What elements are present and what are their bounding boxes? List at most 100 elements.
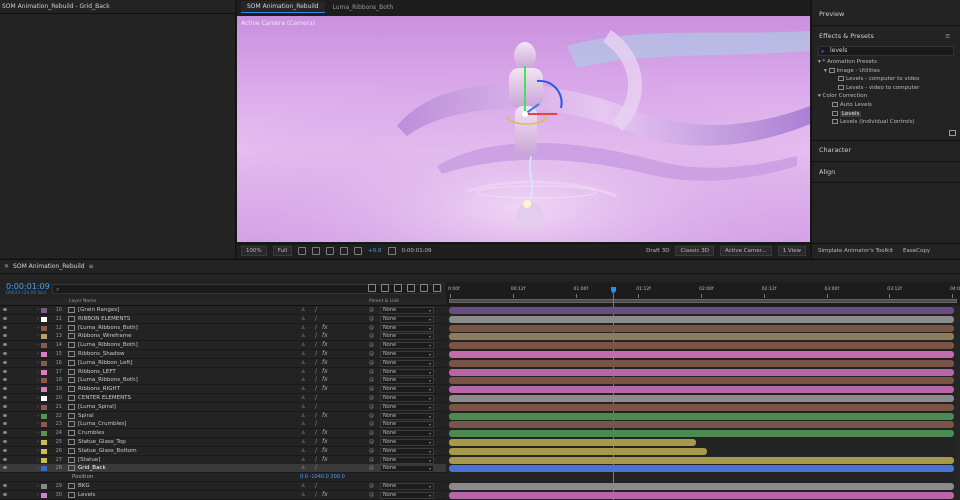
eye-icon[interactable]: [3, 413, 7, 417]
eye-icon[interactable]: [3, 492, 7, 496]
shy-switch-icon[interactable]: ♙: [301, 360, 305, 366]
parent-select[interactable]: None ▾: [380, 456, 434, 464]
layer-row[interactable]: › 25 Statue_Glass_Top ♙ / fx @ None ▾: [0, 438, 960, 447]
layer-name[interactable]: [Statue]: [78, 457, 100, 463]
tree-item-levels[interactable]: Levels: [818, 110, 958, 120]
layer-row[interactable]: › 18 [Luma_Ribbons_Both] ♙ / fx @ None ▾: [0, 376, 960, 386]
parent-select[interactable]: None ▾: [380, 333, 434, 341]
quality-switch-icon[interactable]: /: [315, 447, 317, 454]
tab-comp-luma[interactable]: Luma_Ribbons_Both: [327, 2, 400, 13]
label-color-swatch[interactable]: [41, 422, 47, 428]
layer-name[interactable]: Statue_Glass_Top: [78, 439, 126, 445]
eye-icon[interactable]: [3, 334, 7, 338]
fx-switch-icon[interactable]: fx: [322, 332, 328, 339]
layer-name[interactable]: Ribbons_Shadow: [78, 351, 125, 357]
shy-icon[interactable]: [381, 284, 389, 292]
transparency-grid-icon[interactable]: [312, 247, 321, 255]
col-parent[interactable]: Parent & Link: [369, 299, 399, 304]
eye-icon[interactable]: [3, 316, 7, 320]
layer-duration-bar[interactable]: [449, 395, 954, 402]
shy-switch-icon[interactable]: ♙: [301, 439, 305, 445]
layer-duration-bar[interactable]: [449, 403, 954, 411]
pickwhip-icon[interactable]: @: [369, 360, 374, 366]
render-queue-icon[interactable]: [433, 284, 441, 292]
current-timecode[interactable]: 0:00:01:09: [6, 282, 50, 291]
chevron-right-icon[interactable]: ›: [37, 492, 39, 498]
chevron-right-icon[interactable]: ›: [37, 448, 39, 454]
parent-select[interactable]: None ▾: [380, 403, 434, 411]
property-value[interactable]: 0.0 -1040.0 200.0: [300, 474, 345, 480]
layer-row[interactable]: › 24 Crumbles ♙ / fx @ None ▾: [0, 429, 960, 439]
quality-switch-icon[interactable]: /: [315, 403, 317, 410]
layer-duration-bar[interactable]: [449, 315, 954, 323]
eye-icon[interactable]: [3, 325, 7, 329]
layer-name[interactable]: [Luma_Crumbles]: [78, 421, 126, 427]
layer-name[interactable]: Ribbons_Wireframe: [78, 333, 131, 339]
character-panel-title[interactable]: Character: [812, 146, 851, 154]
layer-row[interactable]: › 20 CENTER ELEMENTS ♙ / @ None ▾: [0, 394, 960, 403]
pickwhip-icon[interactable]: @: [369, 351, 374, 357]
label-color-swatch[interactable]: [41, 448, 47, 454]
shy-switch-icon[interactable]: ♙: [301, 404, 305, 410]
work-area-bar[interactable]: [449, 299, 957, 303]
pickwhip-icon[interactable]: @: [369, 457, 374, 463]
quality-switch-icon[interactable]: /: [315, 368, 317, 375]
fx-switch-icon[interactable]: fx: [322, 447, 328, 454]
eye-icon[interactable]: [3, 466, 7, 470]
parent-select[interactable]: None ▾: [380, 491, 434, 499]
tree-item-image-utilities[interactable]: ▾ Image - Utilities: [818, 67, 958, 77]
label-color-swatch[interactable]: [41, 466, 47, 472]
layer-row[interactable]: › 30 Levels ♙ / fx @ None ▾: [0, 490, 960, 500]
mask-visibility-icon[interactable]: [326, 247, 335, 255]
layer-row[interactable]: › 27 [Statue] ♙ / fx @ None ▾: [0, 455, 960, 465]
layer-name[interactable]: Ribbons_RIGHT: [78, 386, 120, 392]
layer-duration-bar[interactable]: [449, 351, 954, 358]
layer-row[interactable]: › 26 Statue_Glass_Bottom ♙ / fx @ None ▾: [0, 446, 960, 456]
quality-switch-icon[interactable]: /: [315, 438, 317, 445]
layer-duration-bar[interactable]: [449, 324, 954, 332]
pickwhip-icon[interactable]: @: [369, 430, 374, 436]
layer-name[interactable]: [Luma_Ribbons_Both]: [78, 342, 138, 348]
parent-select[interactable]: None ▾: [380, 483, 434, 490]
new-bin-icon[interactable]: [949, 130, 956, 136]
layer-duration-bar[interactable]: [449, 359, 954, 367]
chevron-right-icon[interactable]: ›: [37, 404, 39, 410]
quality-switch-icon[interactable]: /: [315, 412, 317, 419]
fx-switch-icon[interactable]: fx: [322, 341, 328, 348]
layer-name[interactable]: Ribbons_LEFT: [78, 369, 116, 375]
tree-item-levels-v2c[interactable]: Levels - video to computer: [818, 84, 958, 94]
eye-icon[interactable]: [3, 378, 7, 382]
quality-switch-icon[interactable]: /: [315, 491, 317, 498]
parent-select[interactable]: None ▾: [380, 324, 434, 332]
label-color-swatch[interactable]: [41, 457, 47, 463]
fx-switch-icon[interactable]: fx: [322, 429, 328, 436]
layer-name[interactable]: Grid_Back: [78, 465, 106, 471]
eye-icon[interactable]: [3, 440, 7, 443]
fx-switch-icon[interactable]: fx: [322, 350, 328, 357]
layer-name[interactable]: RIBBON ELEMENTS: [78, 316, 130, 322]
eye-icon[interactable]: [3, 396, 7, 399]
eye-icon[interactable]: [3, 360, 7, 364]
shy-switch-icon[interactable]: ♙: [301, 465, 305, 471]
parent-select[interactable]: None ▾: [380, 421, 434, 429]
label-color-swatch[interactable]: [41, 440, 47, 445]
layer-duration-bar[interactable]: [449, 386, 954, 394]
layer-row[interactable]: › 29 BKG ♙ / @ None ▾: [0, 482, 960, 491]
time-ruler[interactable]: 0:00f 00:12f 01:00f 01:12f 02:00f 02:12f 03:00…: [446, 282, 960, 306]
zoom-select[interactable]: 100%: [241, 246, 267, 256]
layer-duration-bar[interactable]: [449, 483, 954, 490]
layer-row[interactable]: › 14 [Luma_Ribbons_Both] ♙ / fx @ None ▾: [0, 341, 960, 351]
eye-icon[interactable]: [3, 387, 7, 391]
shy-switch-icon[interactable]: ♙: [301, 325, 305, 331]
fx-switch-icon[interactable]: fx: [322, 359, 328, 366]
layer-row[interactable]: › 22 Spiral ♙ / fx @ None ▾: [0, 411, 960, 421]
layer-duration-bar[interactable]: [449, 342, 954, 350]
exposure-value[interactable]: +0.0: [368, 248, 381, 254]
eye-icon[interactable]: [3, 404, 7, 408]
label-color-swatch[interactable]: [41, 413, 47, 419]
layer-duration-bar[interactable]: [449, 368, 954, 376]
tree-item-levels-c2v[interactable]: Levels - computer to video: [818, 76, 958, 85]
pickwhip-icon[interactable]: @: [369, 386, 374, 392]
label-color-swatch[interactable]: [41, 404, 47, 410]
resolution-select[interactable]: Full: [272, 246, 293, 256]
